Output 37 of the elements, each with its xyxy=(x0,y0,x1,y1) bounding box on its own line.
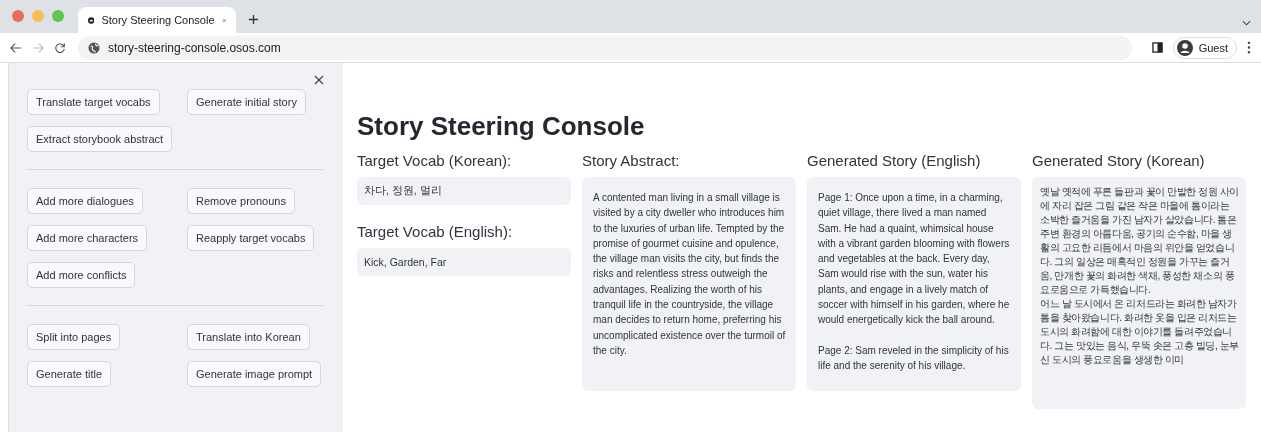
field-label: Generated Story (English) xyxy=(807,152,982,169)
action-button[interactable]: Generate initial story xyxy=(187,89,306,115)
input-field[interactable]: 차다, 정원, 멀리 xyxy=(357,177,571,205)
minimize-window-dot[interactable] xyxy=(32,10,44,22)
action-button[interactable]: Translate into Korean xyxy=(187,324,310,350)
field-label: Story Abstract: xyxy=(582,152,681,169)
action-button[interactable]: Add more dialogues xyxy=(27,188,143,214)
more-menu-icon[interactable] xyxy=(1247,41,1251,54)
action-button[interactable]: Remove pronouns xyxy=(187,188,295,214)
avatar-icon xyxy=(1176,39,1193,56)
action-button[interactable]: Generate title xyxy=(27,361,112,387)
new-tab-icon[interactable] xyxy=(248,14,259,25)
side-panel-icon[interactable] xyxy=(1151,42,1163,53)
address-bar[interactable]: story-steering-console.osos.com xyxy=(78,35,1132,60)
input-field[interactable]: Kick, Garden, Far xyxy=(357,248,571,276)
globe-icon xyxy=(88,41,100,54)
action-button[interactable]: Add more conflicts xyxy=(27,262,136,288)
close-icon[interactable] xyxy=(314,75,324,85)
text-area[interactable]: A contented man living in a small village is visited by a city dweller who introduces him to the luxuries of urban life. Tempted by the promise of gourmet cuisine and opulence, the village man visits the city, but finds the risks and relentless stress outweigh the advantages. Realizing the worth of his tranquil life in the countryside, the village man decides to return home, preferring his uncomplicated existence over the turmoil of the city. xyxy=(582,177,796,391)
field-label: Generated Story (Korean) xyxy=(1032,152,1206,169)
page-title: Story Steering Console xyxy=(357,111,646,142)
action-button[interactable]: Split into pages xyxy=(27,324,121,350)
chevron-down-icon[interactable] xyxy=(1242,20,1251,26)
browser-tab[interactable]: Story Steering Console xyxy=(78,7,236,33)
action-button[interactable]: Translate target vocabs xyxy=(27,89,160,115)
action-button[interactable]: Generate image prompt xyxy=(187,361,322,387)
close-window-dot[interactable] xyxy=(12,10,24,22)
action-button[interactable]: Extract storybook abstract xyxy=(27,126,173,152)
reload-icon[interactable] xyxy=(54,41,66,54)
field-label: Target Vocab (Korean): xyxy=(357,152,513,169)
text-area[interactable]: 옛날 옛적에 푸른 들판과 꽃이 만발한 정원 사이에 자리 잡은 그림 같은 작은 마을에 톰이라는 소박한 즐거움을 가진 남자가 살았습니다. 톰은 주변 환경의 아름다움, 공기의 순수함, 마을 생활의 고요한 리듬에서 마음의 위안을 얻었습니다. 그의 일상은 매혹적인 정원을 가꾸는 즐거움, 만개한 꽃의 화려한 색채, 풍성한 채소의 풍요로움으로 가득했습니다. 어느 날 도시에서 온 리처드라는 화려한 남자가 톰을 찾아왔습니다. 화려한 옷을 입은 리처드는 도시의 화려함에 대한 이야기를 들려주었습니다. 그는 맛있는 음식, 우뚝 솟은 고층 빌딩, 눈부신 도시의 풍요로움을 생생한 이미 xyxy=(1032,177,1246,409)
back-icon[interactable] xyxy=(10,41,22,54)
action-button[interactable]: Add more characters xyxy=(27,225,148,251)
text-area[interactable]: Page 1: Once upon a time, in a charming, quiet village, there lived a man named Sam. He had a quaint, whimsical house with a vibrant garden blooming with flowers and vegetables at the back. Every day, Sam would rise with the sun, water his plants, and engage in a lively match of soccer with himself in his garden, where he would energetically kick the ball around. Page 2: Sam reveled in the simplicity of his life and the serenity of his village. xyxy=(807,177,1021,391)
maximize-window-dot[interactable] xyxy=(52,10,64,22)
action-button[interactable]: Reapply target vocabs xyxy=(187,225,315,251)
field-label: Target Vocab (English): xyxy=(357,223,514,240)
